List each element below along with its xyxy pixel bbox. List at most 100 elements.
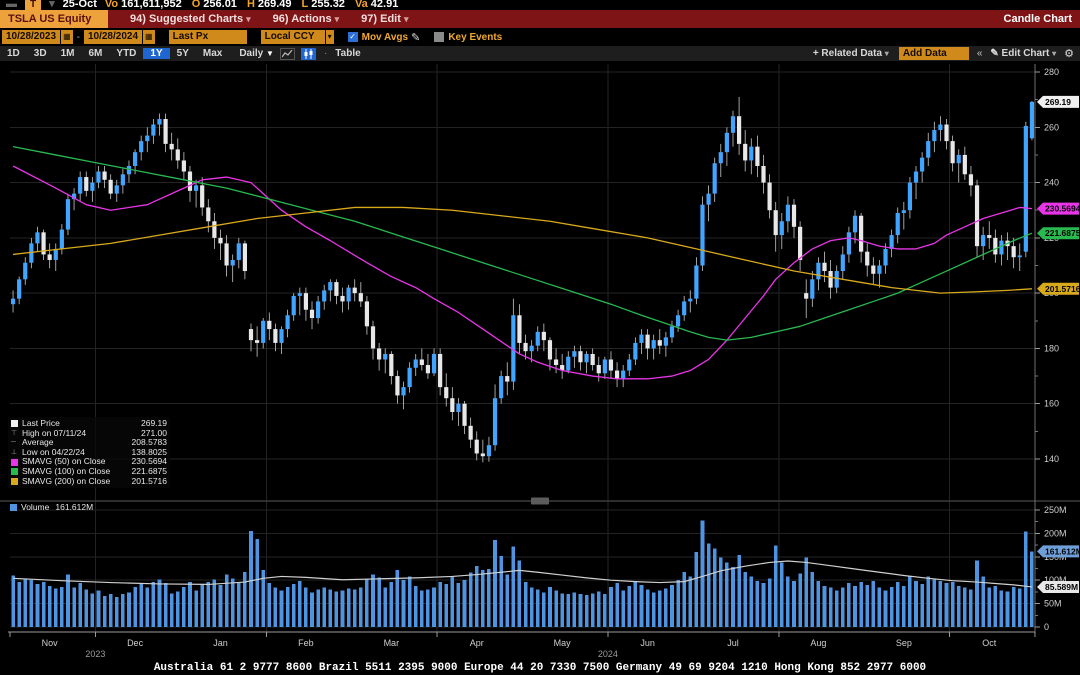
volume-bar xyxy=(682,572,686,627)
volume-bar xyxy=(707,544,711,627)
field-value: 255.32 xyxy=(311,0,345,10)
volume-bar xyxy=(54,589,58,627)
mov-avgs-checkbox[interactable]: ✓ xyxy=(348,32,358,42)
period-button-1y[interactable]: 1Y xyxy=(143,48,169,59)
edit-chart-button[interactable]: ✎ Edit Chart ▾ xyxy=(990,48,1056,59)
legend-swatch-icon xyxy=(11,478,18,485)
volume-bar xyxy=(499,556,503,627)
volume-bar xyxy=(719,558,723,627)
candle-down xyxy=(987,235,991,238)
date-from-input[interactable]: 10/28/2023 xyxy=(2,30,60,44)
candle-down xyxy=(420,359,424,365)
volume-bar xyxy=(463,580,467,627)
candle-down xyxy=(438,354,442,387)
candle-down xyxy=(469,426,473,440)
candle-up xyxy=(121,174,125,185)
period-button-1m[interactable]: 1M xyxy=(54,48,82,59)
price-type-select[interactable]: Last Px xyxy=(169,30,247,44)
related-data-button[interactable]: + Related Data ▾ xyxy=(813,48,889,59)
month-label: Mar xyxy=(384,638,400,648)
line-chart-icon[interactable] xyxy=(280,48,295,60)
volume-tick-label: 200M xyxy=(1044,528,1067,538)
candle-up xyxy=(810,279,814,298)
candle-up xyxy=(633,343,637,360)
period-button-3d[interactable]: 3D xyxy=(27,48,54,59)
period-button-5y[interactable]: 5Y xyxy=(170,48,196,59)
period-button-ytd[interactable]: YTD xyxy=(109,48,143,59)
period-button-max[interactable]: Max xyxy=(196,48,229,59)
frequency-select[interactable]: Daily ▼ xyxy=(239,48,274,59)
panel-divider-handle[interactable] xyxy=(531,498,549,505)
mov-avgs-edit-icon[interactable]: ✎ xyxy=(411,31,420,44)
candle-up xyxy=(890,235,894,249)
candle-down xyxy=(84,177,88,191)
volume-bar xyxy=(872,581,876,627)
table-button[interactable]: Table xyxy=(335,48,360,59)
date-from-calendar-icon[interactable]: ▦ xyxy=(61,30,73,44)
volume-bar xyxy=(243,572,247,627)
candle-up xyxy=(938,125,942,131)
price-summary-bar: ▬ T ▾ 25-Oct Vo161,611,952O256.01H269.49… xyxy=(0,0,1080,10)
currency-select[interactable]: Local CCY xyxy=(261,30,325,44)
candle-down xyxy=(761,166,765,183)
price-tick-label: 280 xyxy=(1044,67,1059,77)
period-button-6m[interactable]: 6M xyxy=(82,48,110,59)
candle-up xyxy=(1018,255,1022,257)
candle-down xyxy=(243,243,247,271)
candle-up xyxy=(676,315,680,326)
legend-avg-marker-icon: ─ xyxy=(11,438,22,448)
legend-low-marker-icon: ⊥ xyxy=(11,448,22,458)
candle-up xyxy=(816,263,820,280)
year-label: 2024 xyxy=(598,649,618,659)
volume-bar xyxy=(896,582,900,627)
candle-up xyxy=(883,249,887,266)
volume-bar xyxy=(542,592,546,627)
security-ticker-box[interactable]: TSLA US Equity xyxy=(0,10,108,28)
legend-row: SMAVG (200) on Close201.5716 xyxy=(11,477,167,487)
volume-bar xyxy=(194,590,198,627)
menu-item--actions[interactable]: 96) Actions ▾ xyxy=(273,13,339,25)
volume-bar xyxy=(786,576,790,627)
volume-bar xyxy=(768,578,772,627)
collapse-panel-icon[interactable]: « xyxy=(977,48,983,59)
related-data-dropdown-icon: ▾ xyxy=(885,49,889,58)
currency-dropdown-icon[interactable]: ▾ xyxy=(326,30,334,44)
candle-up xyxy=(621,371,625,379)
period-button-1d[interactable]: 1D xyxy=(0,48,27,59)
candle-down xyxy=(249,329,253,340)
legend-swatch-icon xyxy=(11,468,18,475)
field-value: 256.01 xyxy=(203,0,237,10)
candle-up xyxy=(328,282,332,290)
candle-chart-icon[interactable] xyxy=(301,48,316,60)
candle-up xyxy=(456,404,460,412)
dropdown-icon[interactable]: ▾ xyxy=(49,0,55,10)
candle-up xyxy=(603,359,607,373)
add-data-input[interactable]: Add Data xyxy=(899,47,969,60)
settings-gear-icon[interactable]: ⚙ xyxy=(1064,47,1074,60)
candle-down xyxy=(523,343,527,351)
candle-chart-plot[interactable]: 280260240220200180160140250M200M150M100M… xyxy=(0,62,1080,662)
month-label: Dec xyxy=(127,638,144,648)
candle-up xyxy=(127,166,131,174)
volume-bar xyxy=(139,584,143,627)
key-events-checkbox[interactable] xyxy=(434,32,444,42)
date-to-calendar-icon[interactable]: ▦ xyxy=(143,30,155,44)
volume-bar xyxy=(121,594,125,627)
volume-bar xyxy=(646,590,650,627)
candle-down xyxy=(426,365,430,373)
volume-bar xyxy=(811,572,815,627)
candle-up xyxy=(414,359,418,367)
menu-item--edit[interactable]: 97) Edit ▾ xyxy=(361,13,408,25)
menu-item--suggested-charts[interactable]: 94) Suggested Charts ▾ xyxy=(130,13,251,25)
field-label: L xyxy=(302,0,309,10)
volume-bar xyxy=(249,531,253,627)
edit-chart-pencil-icon: ✎ xyxy=(990,48,998,59)
volume-bar xyxy=(316,590,320,627)
date-to-input[interactable]: 10/28/2024 xyxy=(84,30,142,44)
global-phone-ticker: Australia 61 2 9777 8600 Brazil 5511 239… xyxy=(0,662,1080,675)
candle-up xyxy=(652,340,656,348)
volume-bar xyxy=(743,572,747,627)
period-tag[interactable]: T xyxy=(25,0,41,10)
volume-bar xyxy=(30,580,34,627)
volume-bar xyxy=(981,576,985,627)
